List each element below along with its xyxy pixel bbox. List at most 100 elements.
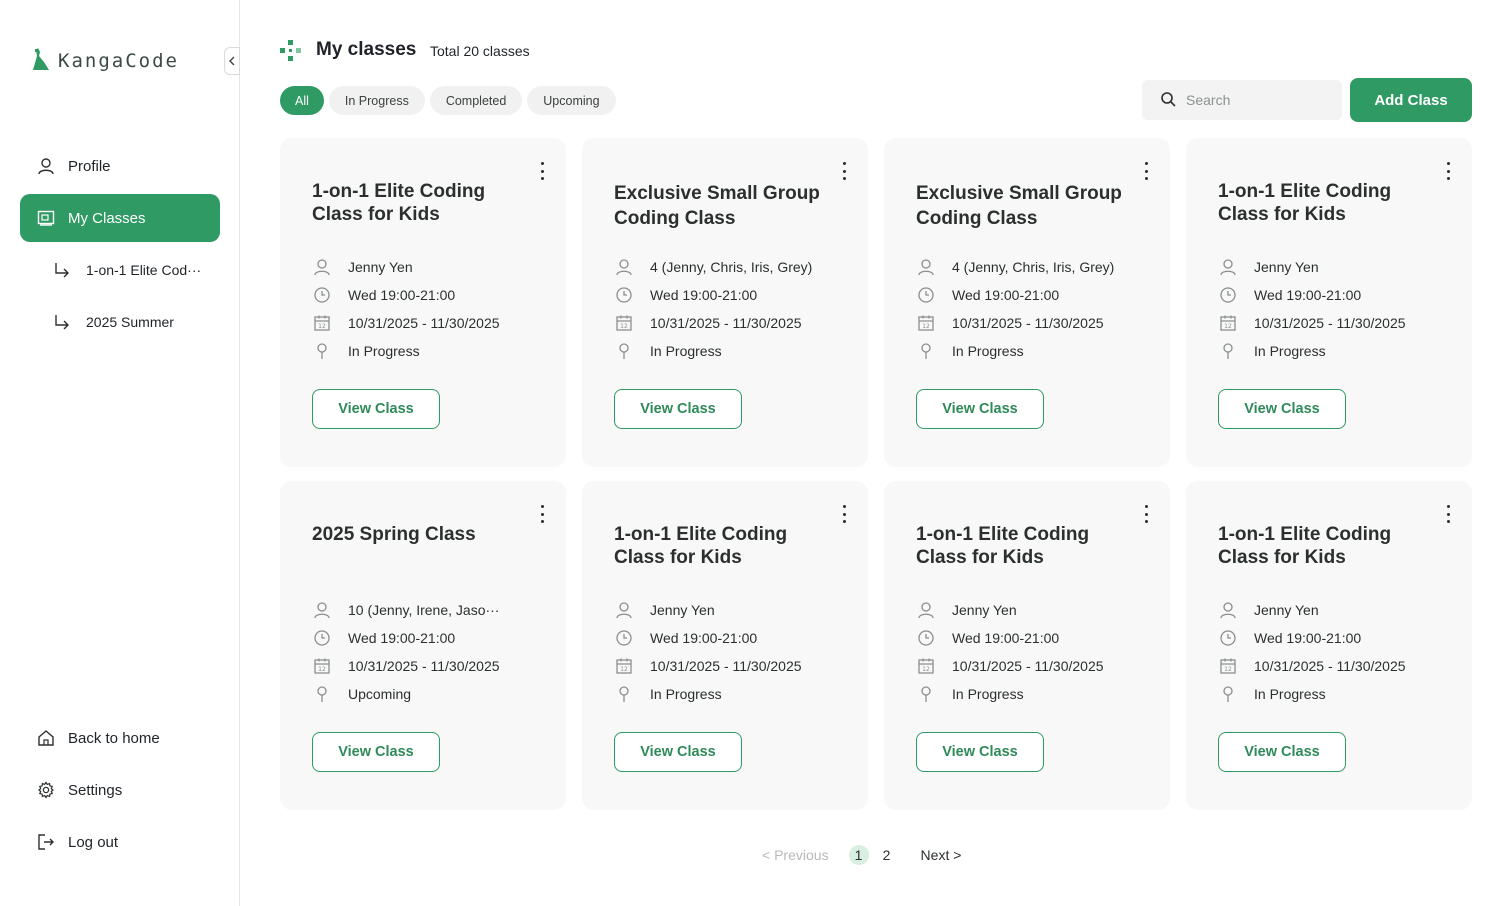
page-2-button[interactable]: 2 (877, 845, 897, 865)
class-status: In Progress (1254, 686, 1326, 702)
more-options-icon[interactable] (1140, 162, 1152, 180)
class-schedule: Wed 19:00-21:00 (650, 287, 758, 303)
view-class-button[interactable]: View Class (916, 732, 1044, 772)
class-students: Jenny Yen (1254, 259, 1319, 275)
class-dates: 10/31/2025 - 11/30/2025 (952, 315, 1104, 331)
class-schedule-row: Wed 19:00-21:00 (312, 281, 500, 309)
next-page-button[interactable]: Next > (921, 847, 962, 863)
class-status: Upcoming (348, 686, 412, 702)
search-placeholder: Search (1186, 92, 1231, 108)
class-schedule: Wed 19:00-21:00 (1254, 287, 1362, 303)
class-status: In Progress (952, 343, 1024, 359)
view-class-button[interactable]: View Class (614, 732, 742, 772)
user-icon (312, 600, 332, 620)
page-title: My classes (316, 39, 417, 60)
clock-icon (916, 285, 936, 305)
calendar-icon: 12 (614, 313, 634, 333)
clock-icon (614, 628, 634, 648)
view-class-button[interactable]: View Class (614, 389, 742, 429)
pin-icon (312, 341, 332, 361)
kangaroo-logo-icon (30, 46, 52, 75)
class-schedule-row: Wed 19:00-21:00 (916, 624, 1104, 652)
search-input[interactable]: Search (1142, 80, 1342, 120)
class-dates-row: 12 10/31/2025 - 11/30/2025 (312, 652, 500, 680)
sidebar-item-back-to-home[interactable]: Back to home (20, 714, 220, 762)
filter-in-progress[interactable]: In Progress (328, 86, 425, 115)
class-schedule: Wed 19:00-21:00 (952, 287, 1060, 303)
page-1-button[interactable]: 1 (848, 845, 869, 865)
class-dates: 10/31/2025 - 11/30/2025 (650, 315, 802, 331)
more-options-icon[interactable] (1442, 505, 1454, 523)
class-students-row: 10 (Jenny, Irene, Jaso··· (312, 596, 500, 624)
filter-completed[interactable]: Completed (429, 86, 523, 115)
view-class-button[interactable]: View Class (312, 732, 440, 772)
class-details: Jenny Yen Wed 19:00-21:00 12 10/31/2025 … (916, 596, 1104, 708)
subdirectory-arrow-icon (52, 260, 72, 280)
sidebar-item-profile[interactable]: Profile (20, 142, 220, 190)
class-card: 1-on-1 Elite Coding Class for Kids Jenny… (582, 481, 868, 810)
svg-text:12: 12 (620, 323, 628, 330)
class-card: 2025 Spring Class 10 (Jenny, Irene, Jaso… (280, 481, 566, 810)
class-dates-row: 12 10/31/2025 - 11/30/2025 (916, 652, 1104, 680)
sidebar-subitem-2025-summer[interactable]: 2025 Summer (52, 302, 222, 342)
class-dates-row: 12 10/31/2025 - 11/30/2025 (916, 309, 1114, 337)
class-schedule-row: Wed 19:00-21:00 (1218, 281, 1406, 309)
sidebar-item-label: Back to home (68, 729, 160, 747)
sidebar-subitem-elite-coding[interactable]: 1-on-1 Elite Cod··· (52, 250, 222, 290)
class-students-row: Jenny Yen (614, 596, 802, 624)
class-students-row: 4 (Jenny, Chris, Iris, Grey) (614, 253, 812, 281)
more-options-icon[interactable] (1442, 162, 1454, 180)
sidebar-item-my-classes[interactable]: My Classes (20, 194, 220, 242)
previous-page-button[interactable]: < Previous (762, 847, 829, 863)
home-icon (36, 728, 56, 748)
pagination: < Previous 1 2 Next > (762, 845, 961, 865)
filter-all[interactable]: All (280, 86, 324, 115)
class-status-row: In Progress (1218, 680, 1406, 708)
calendar-icon: 12 (1218, 656, 1238, 676)
filter-upcoming[interactable]: Upcoming (527, 86, 616, 115)
logo[interactable]: KangaCode (30, 46, 179, 75)
sidebar-item-log-out[interactable]: Log out (20, 818, 220, 866)
class-schedule-row: Wed 19:00-21:00 (1218, 624, 1406, 652)
class-status: In Progress (650, 686, 722, 702)
class-dates-row: 12 10/31/2025 - 11/30/2025 (1218, 309, 1406, 337)
pin-icon (614, 684, 634, 704)
user-icon (614, 600, 634, 620)
svg-text:12: 12 (318, 323, 326, 330)
class-dates-row: 12 10/31/2025 - 11/30/2025 (1218, 652, 1406, 680)
class-card: 1-on-1 Elite Coding Class for Kids Jenny… (1186, 481, 1472, 810)
clock-icon (312, 285, 332, 305)
class-card: 1-on-1 Elite Coding Class for Kids Jenny… (280, 138, 566, 467)
svg-text:12: 12 (620, 666, 628, 673)
add-class-button[interactable]: Add Class (1350, 78, 1472, 122)
sidebar-item-label: Profile (68, 157, 111, 175)
more-options-icon[interactable] (536, 505, 548, 523)
class-details: Jenny Yen Wed 19:00-21:00 12 10/31/2025 … (614, 596, 802, 708)
sidebar-item-settings[interactable]: Settings (20, 766, 220, 814)
more-options-icon[interactable] (838, 505, 850, 523)
class-details: Jenny Yen Wed 19:00-21:00 12 10/31/2025 … (1218, 596, 1406, 708)
collapse-sidebar-button[interactable] (224, 47, 240, 75)
class-dates-row: 12 10/31/2025 - 11/30/2025 (614, 652, 802, 680)
view-class-button[interactable]: View Class (916, 389, 1044, 429)
view-class-button[interactable]: View Class (1218, 732, 1346, 772)
class-details: Jenny Yen Wed 19:00-21:00 12 10/31/2025 … (312, 253, 500, 365)
class-title: 1-on-1 Elite Coding Class for Kids (916, 524, 1090, 568)
class-status-row: In Progress (916, 337, 1114, 365)
view-class-button[interactable]: View Class (1218, 389, 1346, 429)
class-card: 1-on-1 Elite Coding Class for Kids Jenny… (1186, 138, 1472, 467)
pin-icon (916, 684, 936, 704)
more-options-icon[interactable] (1140, 505, 1152, 523)
class-title: Exclusive Small Group Coding Class (916, 183, 1122, 229)
class-schedule-row: Wed 19:00-21:00 (312, 624, 500, 652)
more-options-icon[interactable] (838, 162, 850, 180)
calendar-icon: 12 (1218, 313, 1238, 333)
class-status: In Progress (348, 343, 420, 359)
svg-text:12: 12 (922, 666, 930, 673)
view-class-button[interactable]: View Class (312, 389, 440, 429)
class-schedule: Wed 19:00-21:00 (348, 630, 456, 646)
svg-text:12: 12 (318, 666, 326, 673)
class-schedule: Wed 19:00-21:00 (952, 630, 1060, 646)
user-icon (916, 600, 936, 620)
more-options-icon[interactable] (536, 162, 548, 180)
